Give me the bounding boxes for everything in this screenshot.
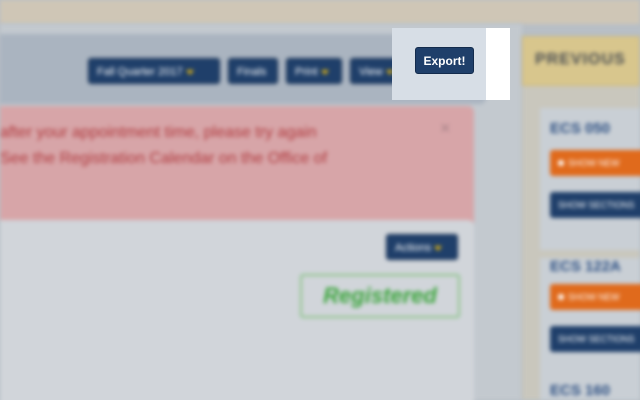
actions-label: Actions (395, 242, 432, 254)
previous-course-card: ECS 122A SHOW NEW SHOW SECTIONS ECS 160 (540, 258, 640, 400)
finals-button[interactable]: Finals (228, 58, 278, 84)
term-label: Fall Quarter 2017 (97, 66, 183, 78)
alert-line-1: after your appointment time, please try … (0, 124, 317, 141)
previous-panel: PREVIOUS ECS 050 SHOW NEW SHOW SECTIONS … (522, 36, 640, 400)
course-code: ECS 050 (550, 120, 611, 137)
show-sections-button[interactable]: SHOW SECTIONS (550, 192, 640, 218)
print-dropdown-button[interactable]: Print (286, 58, 342, 84)
show-sections-label: SHOW SECTIONS (558, 200, 635, 210)
caret-down-icon (185, 69, 194, 75)
course-panel: Actions Registered (0, 220, 474, 400)
previous-header: PREVIOUS (522, 36, 640, 86)
show-new-button[interactable]: SHOW NEW (550, 284, 640, 310)
alert-line-2: See the Registration Calendar on the Off… (0, 150, 328, 167)
show-sections-button[interactable]: SHOW SECTIONS (550, 326, 640, 352)
close-icon[interactable]: × (440, 118, 451, 139)
export-highlight: Export! (392, 28, 510, 100)
show-new-label: SHOW NEW (568, 158, 620, 168)
caret-down-icon (434, 245, 443, 251)
view-label: View (359, 66, 383, 78)
plus-icon (558, 294, 564, 300)
export-button[interactable]: Export! (415, 47, 474, 74)
show-new-label: SHOW NEW (568, 292, 620, 302)
course-code: ECS 122A (550, 258, 621, 275)
finals-label: Finals (237, 66, 267, 78)
plus-icon (558, 160, 564, 166)
previous-course-card: ECS 050 SHOW NEW SHOW SECTIONS (540, 108, 640, 250)
term-dropdown-button[interactable]: Fall Quarter 2017 (88, 58, 220, 84)
show-sections-label: SHOW SECTIONS (558, 334, 635, 344)
print-label: Print (295, 66, 318, 78)
alert-message: after your appointment time, please try … (0, 106, 474, 228)
status-badge: Registered (300, 274, 460, 318)
previous-title: PREVIOUS (535, 51, 626, 68)
top-strip (0, 0, 640, 24)
caret-down-icon (320, 69, 329, 75)
course-code: ECS 160 (550, 382, 611, 399)
actions-dropdown-button[interactable]: Actions (386, 234, 458, 260)
alert-text: after your appointment time, please try … (0, 120, 327, 172)
show-new-button[interactable]: SHOW NEW (550, 150, 640, 176)
